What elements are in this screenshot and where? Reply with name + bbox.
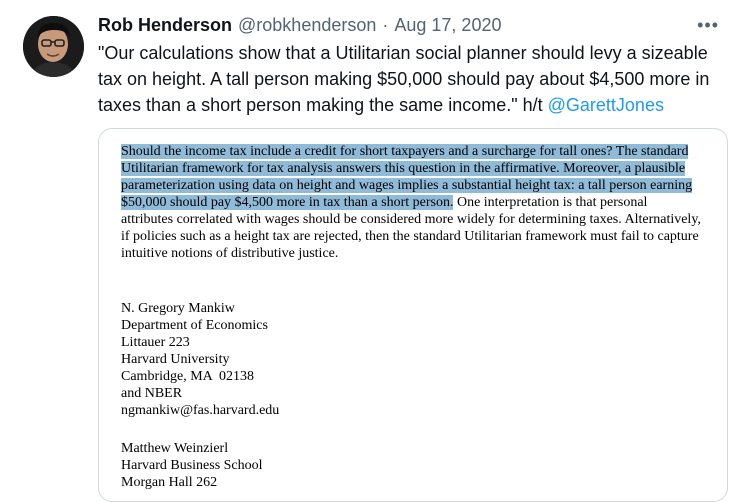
more-options-icon[interactable]: •••	[697, 16, 719, 34]
address-line: Department of Economics	[121, 318, 268, 333]
address-line: Cambridge, MA 02138	[121, 369, 254, 384]
author-handle[interactable]: @robkhenderson	[238, 12, 376, 38]
tweet-date[interactable]: Aug 17, 2020	[394, 12, 501, 38]
author2-address: Matthew Weinzierl Harvard Business Schoo…	[121, 440, 701, 491]
tweet-header: Rob Henderson @robkhenderson · Aug 17, 2…	[98, 12, 725, 38]
address-line: N. Gregory Mankiw	[121, 301, 235, 316]
profile-photo	[23, 16, 84, 77]
address-line: Littauer 223	[121, 335, 190, 350]
address-line: Harvard Business School	[121, 458, 263, 473]
abstract-paragraph: Should the income tax include a credit f…	[121, 143, 701, 262]
attached-image[interactable]: Should the income tax include a credit f…	[98, 128, 728, 502]
address-line: and NBER	[121, 386, 183, 401]
paper-excerpt: Should the income tax include a credit f…	[121, 143, 701, 491]
address-line: Harvard University	[121, 352, 230, 367]
author-name[interactable]: Rob Henderson	[98, 12, 232, 38]
address-line: Morgan Hall 262	[121, 475, 218, 490]
author1-address: N. Gregory Mankiw Department of Economic…	[121, 300, 701, 419]
tweet: Rob Henderson @robkhenderson · Aug 17, 2…	[98, 12, 725, 118]
separator-dot: ·	[382, 15, 389, 35]
address-line: ngmankiw@fas.harvard.edu	[121, 403, 280, 418]
avatar[interactable]	[23, 16, 84, 77]
mention-link[interactable]: @GarettJones	[548, 95, 664, 115]
address-line: Matthew Weinzierl	[121, 441, 229, 456]
tweet-text: "Our calculations show that a Utilitaria…	[98, 40, 725, 118]
